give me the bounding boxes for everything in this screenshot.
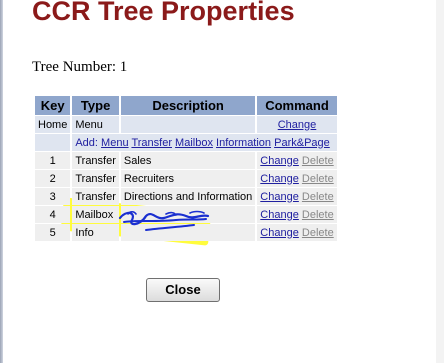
table-header-row: Key Type Description Command: [35, 96, 337, 115]
add-mailbox-link[interactable]: Mailbox: [175, 137, 213, 149]
row-change-link[interactable]: Change: [260, 155, 299, 167]
redaction-scribble: [118, 210, 210, 231]
table-row-add: Add: Menu Transfer Mailbox Information P…: [35, 134, 337, 151]
row-change-link[interactable]: Change: [260, 173, 299, 185]
row-delete-link[interactable]: Delete: [302, 155, 334, 167]
row-type: Mailbox: [72, 206, 119, 223]
row-key: 5: [35, 224, 71, 241]
home-type: Menu: [72, 116, 119, 133]
row-key: 1: [35, 152, 71, 169]
add-menu-link[interactable]: Menu: [101, 137, 129, 149]
row-description: Sales: [120, 152, 256, 169]
row-type: Transfer: [72, 188, 119, 205]
page-title: CCR Tree Properties: [32, 0, 295, 26]
row-type: Transfer: [72, 170, 119, 187]
table-row: 3 Transfer Directions and Information Ch…: [35, 188, 337, 205]
window-left-border: [0, 0, 3, 363]
add-information-link[interactable]: Information: [216, 137, 271, 149]
row-change-link[interactable]: Change: [260, 209, 299, 221]
table-row: 1 Transfer Sales Change Delete: [35, 152, 337, 169]
add-label: Add:: [75, 136, 98, 149]
table-row-home: Home Menu Change: [35, 116, 337, 133]
row-description: Directions and Information: [120, 188, 256, 205]
row-type: Info: [72, 224, 119, 241]
add-transfer-link[interactable]: Transfer: [131, 137, 172, 149]
add-park-and-page-link[interactable]: Park&Page: [274, 137, 330, 149]
row-key: 3: [35, 188, 71, 205]
home-key: Home: [35, 116, 71, 133]
row-description: Recruiters: [120, 170, 256, 187]
row-delete-link[interactable]: Delete: [302, 191, 334, 203]
table-row: 2 Transfer Recruiters Change Delete: [35, 170, 337, 187]
row-delete-link[interactable]: Delete: [302, 209, 334, 221]
header-description: Description: [120, 96, 256, 115]
tree-number-label: Tree Number: 1: [32, 59, 128, 75]
row-change-link[interactable]: Change: [260, 191, 299, 203]
close-button[interactable]: Close: [146, 278, 220, 302]
row-change-link[interactable]: Change: [260, 227, 299, 239]
header-type: Type: [72, 96, 119, 115]
window-right-edge: [436, 0, 444, 363]
home-description: [120, 116, 256, 133]
row-delete-link[interactable]: Delete: [302, 173, 334, 185]
row-key: 4: [35, 206, 71, 223]
row-type: Transfer: [72, 152, 119, 169]
header-command: Command: [257, 96, 337, 115]
home-change-link[interactable]: Change: [278, 119, 317, 131]
row-key: 2: [35, 170, 71, 187]
header-key: Key: [35, 96, 71, 115]
row-delete-link[interactable]: Delete: [302, 227, 334, 239]
